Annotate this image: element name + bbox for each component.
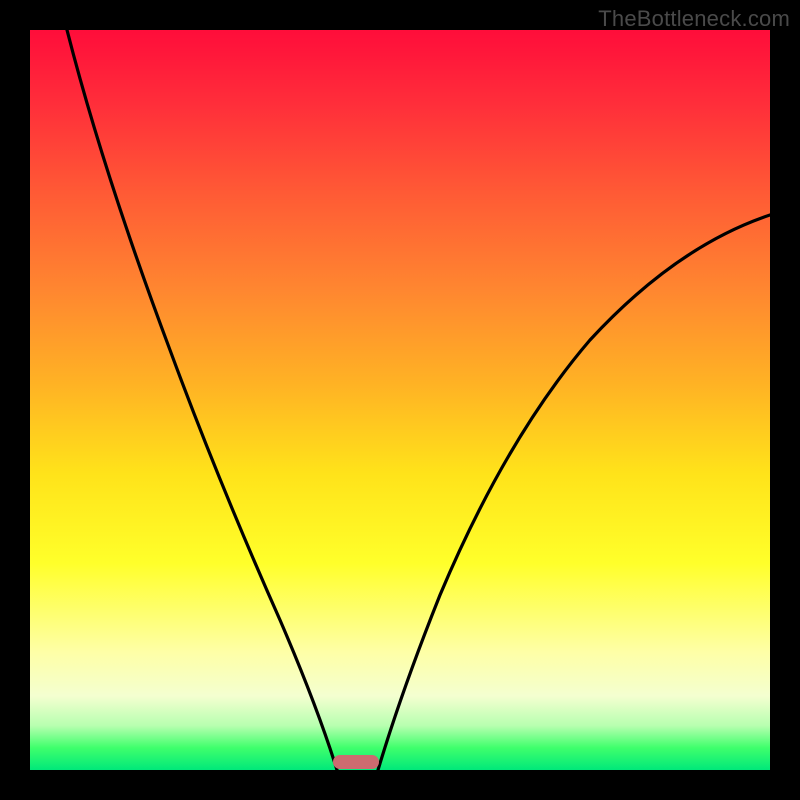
curve-right-path (378, 215, 770, 770)
min-marker (333, 755, 379, 769)
bottleneck-curve (30, 30, 770, 770)
chart-frame: TheBottleneck.com (0, 0, 800, 800)
curve-left-path (67, 30, 337, 770)
watermark-text: TheBottleneck.com (598, 6, 790, 32)
plot-area (30, 30, 770, 770)
